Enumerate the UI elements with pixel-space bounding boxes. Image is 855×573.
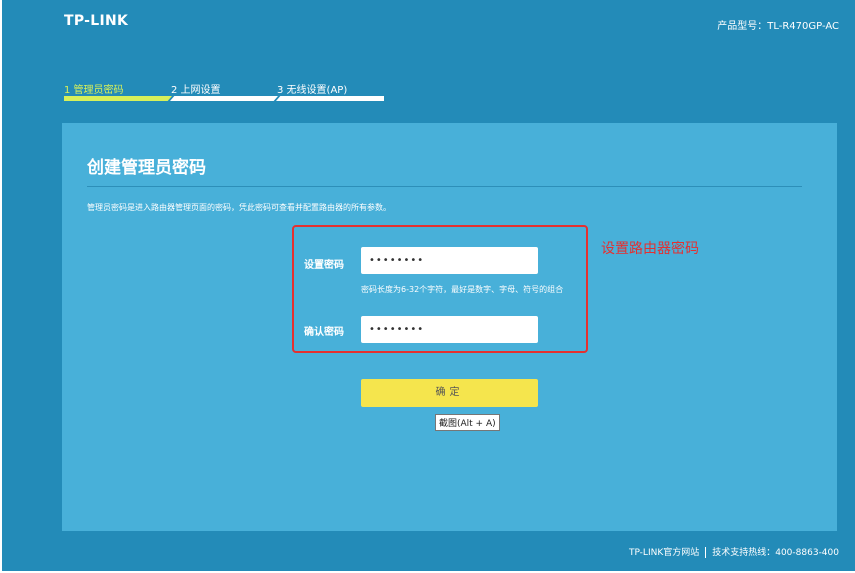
page-title: 创建管理员密码 [87,158,206,178]
confirm-button[interactable]: 确定 [361,379,538,407]
brand-logo: TP-LINK [64,13,129,29]
model-number: 产品型号：TL-R470GP-AC [717,21,839,32]
step-internet-settings: 2 上网设置 [171,85,221,96]
step-progress-bar-3 [276,96,384,101]
annotation-box [292,225,588,353]
router-setup-page: TP-LINK 产品型号：TL-R470GP-AC 1 管理员密码 2 上网设置… [2,0,855,571]
footer: TP-LINK官方网站 技术支持热线：400-8863-400 [629,545,839,558]
screenshot-tooltip: 截图(Alt + A) [435,414,500,431]
step-admin-password: 1 管理员密码 [64,85,124,96]
official-site-link[interactable]: TP-LINK官方网站 [629,548,699,558]
step-progress-bar-1 [64,96,172,101]
title-divider [87,186,802,187]
step-progress-bar-2 [170,96,278,101]
annotation-text: 设置路由器密码 [601,241,699,257]
panel-description: 管理员密码是进入路由器管理页面的密码，凭此密码可查看并配置路由器的所有参数。 [87,203,391,212]
footer-divider [705,547,707,558]
support-hotline: 技术支持热线：400-8863-400 [712,548,839,558]
step-wireless-settings: 3 无线设置(AP) [277,85,348,96]
